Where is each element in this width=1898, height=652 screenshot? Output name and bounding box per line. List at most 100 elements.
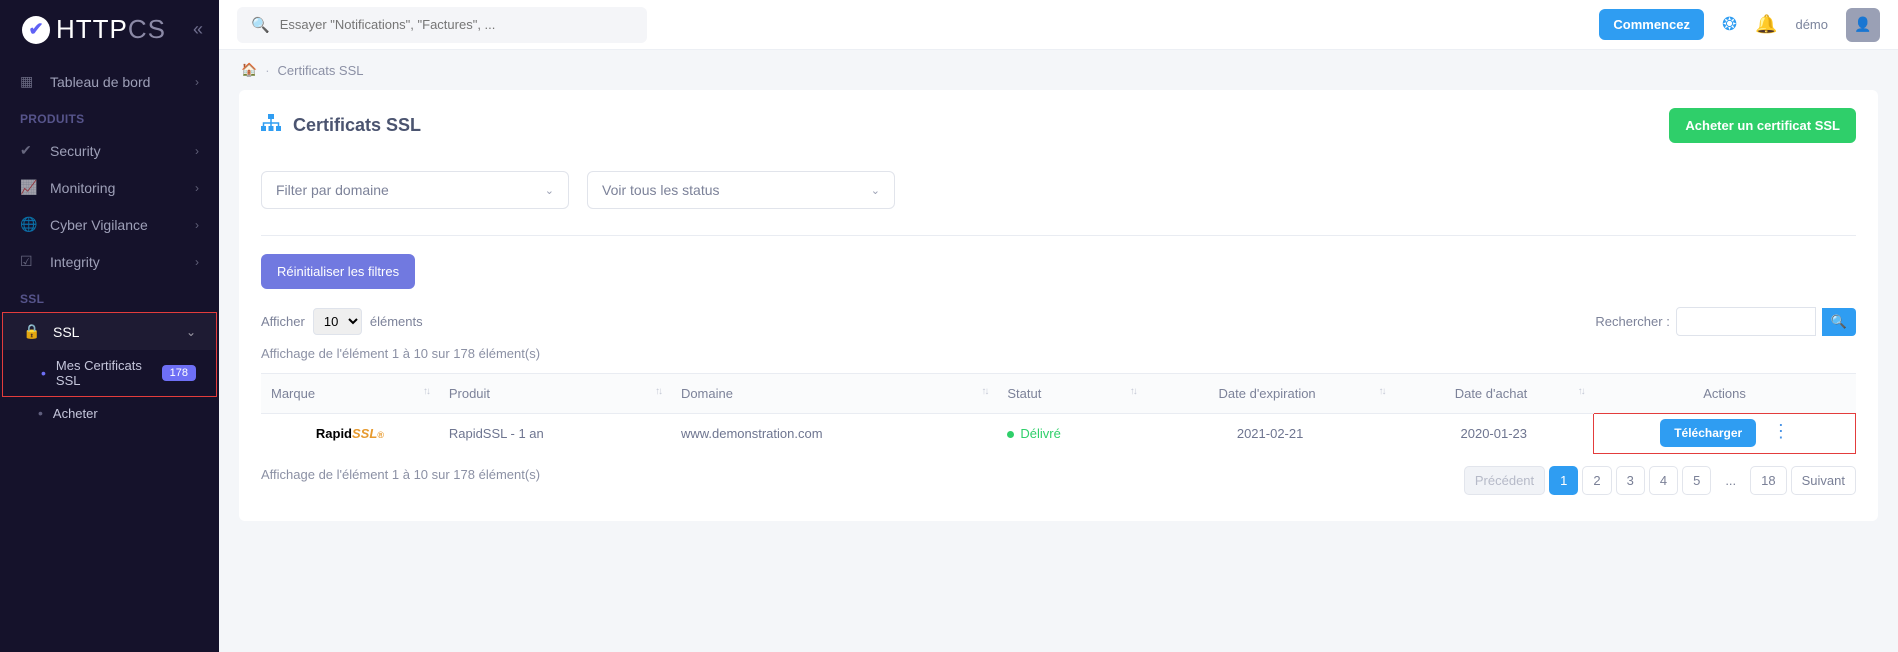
sort-icon: ↑↓ (1578, 386, 1584, 397)
chevron-right-icon: › (195, 255, 199, 269)
sidebar-item-monitoring[interactable]: 📈 Monitoring › (0, 169, 219, 206)
table-search-input[interactable] (1676, 307, 1816, 336)
sidebar-item-my-certs[interactable]: Mes Certificats SSL 178 (3, 350, 216, 396)
search-icon: 🔍 (251, 16, 270, 34)
page-1[interactable]: 1 (1549, 466, 1578, 495)
globe-icon: 🌐 (20, 216, 38, 233)
reset-filters-button[interactable]: Réinitialiser les filtres (261, 254, 415, 289)
sidebar-dashboard-label: Tableau de bord (50, 74, 150, 90)
topbar: 🔍 Commencez ❂ 🔔 démo 👤 (219, 0, 1898, 50)
pagination: Précédent 1 2 3 4 5 ... 18 Suivant (1464, 466, 1856, 495)
page-3[interactable]: 3 (1616, 466, 1645, 495)
dashboard-icon: ▦ (20, 73, 38, 90)
filter-domain-select[interactable]: Filter par domaine ⌄ (261, 171, 569, 209)
col-product[interactable]: Produit↑↓ (439, 374, 671, 414)
bell-icon[interactable]: 🔔 (1755, 14, 1777, 35)
sidebar-integrity-label: Integrity (50, 254, 100, 270)
page-ellipsis: ... (1715, 467, 1746, 494)
table-search-button[interactable]: 🔍 (1822, 308, 1856, 336)
cell-brand: RapidSSL® (261, 414, 439, 454)
logo-http: HTTP (56, 14, 128, 44)
sidebar-my-certs-label: Mes Certificats SSL (56, 358, 162, 388)
global-search[interactable]: 🔍 (237, 7, 647, 43)
sidebar-item-ssl[interactable]: 🔒 SSL ⌄ (3, 313, 216, 350)
buy-cert-button[interactable]: Acheter un certificat SSL (1669, 108, 1856, 143)
search-input[interactable] (280, 17, 633, 32)
home-icon[interactable]: 🏠 (241, 62, 257, 78)
filter-status-label: Voir tous les status (602, 182, 720, 198)
breadcrumb: 🏠 · Certificats SSL (219, 50, 1898, 90)
table-search-label: Rechercher : (1595, 314, 1669, 329)
sort-icon: ↑↓ (1130, 386, 1136, 397)
chevron-right-icon: › (195, 181, 199, 195)
table-row: RapidSSL® RapidSSL - 1 an www.demonstrat… (261, 414, 1856, 454)
chevron-down-icon: ⌄ (186, 325, 196, 339)
sidebar-cyber-label: Cyber Vigilance (50, 217, 148, 233)
check-square-icon: ☑ (20, 253, 38, 270)
page-next[interactable]: Suivant (1791, 466, 1856, 495)
page-size-select[interactable]: 10 (313, 308, 362, 335)
sidebar-collapse-icon[interactable]: « (193, 19, 203, 40)
logo-cs: CS (128, 14, 166, 44)
cell-domain: www.demonstration.com (671, 414, 997, 454)
col-domain[interactable]: Domaine↑↓ (671, 374, 997, 414)
sidebar-security-label: Security (50, 143, 101, 159)
logo[interactable]: ✔ HTTPCS (22, 14, 166, 45)
entries-label: éléments (370, 314, 423, 329)
sidebar-monitoring-label: Monitoring (50, 180, 115, 196)
page-title: Certificats SSL (293, 115, 421, 136)
status-dot-icon (1007, 431, 1014, 438)
sidebar-ssl-highlight: 🔒 SSL ⌄ Mes Certificats SSL 178 (2, 312, 217, 397)
lock-icon: 🔒 (23, 323, 41, 340)
breadcrumb-current: Certificats SSL (278, 63, 364, 78)
sidebar-item-dashboard[interactable]: ▦ Tableau de bord › (0, 63, 219, 100)
col-expiration[interactable]: Date d'expiration↑↓ (1146, 374, 1395, 414)
chevron-right-icon: › (195, 75, 199, 89)
chart-icon: 📈 (20, 179, 38, 196)
cell-purchase: 2020-01-23 (1394, 414, 1593, 454)
col-brand[interactable]: Marque↑↓ (261, 374, 439, 414)
chevron-down-icon: ⌄ (871, 184, 880, 197)
page-prev[interactable]: Précédent (1464, 466, 1545, 495)
chevron-right-icon: › (195, 144, 199, 158)
filter-status-select[interactable]: Voir tous les status ⌄ (587, 171, 895, 209)
avatar[interactable]: 👤 (1846, 8, 1880, 42)
sort-icon: ↑↓ (981, 386, 987, 397)
cell-actions: Télécharger ⋮ (1594, 414, 1856, 454)
cell-status: Délivré (997, 414, 1145, 454)
col-status[interactable]: Statut↑↓ (997, 374, 1145, 414)
page-4[interactable]: 4 (1649, 466, 1678, 495)
sidebar-section-products: PRODUITS (0, 100, 219, 132)
page-5[interactable]: 5 (1682, 466, 1711, 495)
sidebar-item-cyber[interactable]: 🌐 Cyber Vigilance › (0, 206, 219, 243)
page-last[interactable]: 18 (1750, 466, 1786, 495)
sidebar-item-buy[interactable]: Acheter (0, 397, 219, 429)
show-label: Afficher (261, 314, 305, 329)
cell-expiration: 2021-02-21 (1146, 414, 1395, 454)
sidebar-section-ssl: SSL (0, 280, 219, 312)
page-2[interactable]: 2 (1582, 466, 1611, 495)
more-actions-icon[interactable]: ⋮ (1772, 421, 1789, 442)
main-panel: Certificats SSL Acheter un certificat SS… (239, 90, 1878, 521)
user-name[interactable]: démo (1795, 17, 1828, 32)
range-info-bottom: Affichage de l'élément 1 à 10 sur 178 él… (261, 467, 540, 482)
sidebar-item-security[interactable]: ✔ Security › (0, 132, 219, 169)
col-purchase[interactable]: Date d'achat↑↓ (1394, 374, 1593, 414)
download-button[interactable]: Télécharger (1660, 419, 1756, 447)
logo-check-icon: ✔ (22, 16, 50, 44)
shield-check-icon: ✔ (20, 142, 38, 159)
sort-icon: ↑↓ (1378, 386, 1384, 397)
chevron-down-icon: ⌄ (545, 184, 554, 197)
sort-icon: ↑↓ (655, 386, 661, 397)
sitemap-icon (261, 114, 281, 137)
range-info-top: Affichage de l'élément 1 à 10 sur 178 él… (261, 346, 1856, 361)
start-button[interactable]: Commencez (1599, 9, 1704, 40)
cell-product: RapidSSL - 1 an (439, 414, 671, 454)
my-certs-badge: 178 (162, 365, 196, 381)
sidebar: ✔ HTTPCS « ▦ Tableau de bord › PRODUITS … (0, 0, 219, 652)
certificates-table: Marque↑↓ Produit↑↓ Domaine↑↓ Statut↑↓ Da… (261, 373, 1856, 454)
sidebar-item-integrity[interactable]: ☑ Integrity › (0, 243, 219, 280)
chevron-right-icon: › (195, 218, 199, 232)
breadcrumb-sep: · (265, 63, 269, 78)
help-icon[interactable]: ❂ (1722, 14, 1737, 35)
